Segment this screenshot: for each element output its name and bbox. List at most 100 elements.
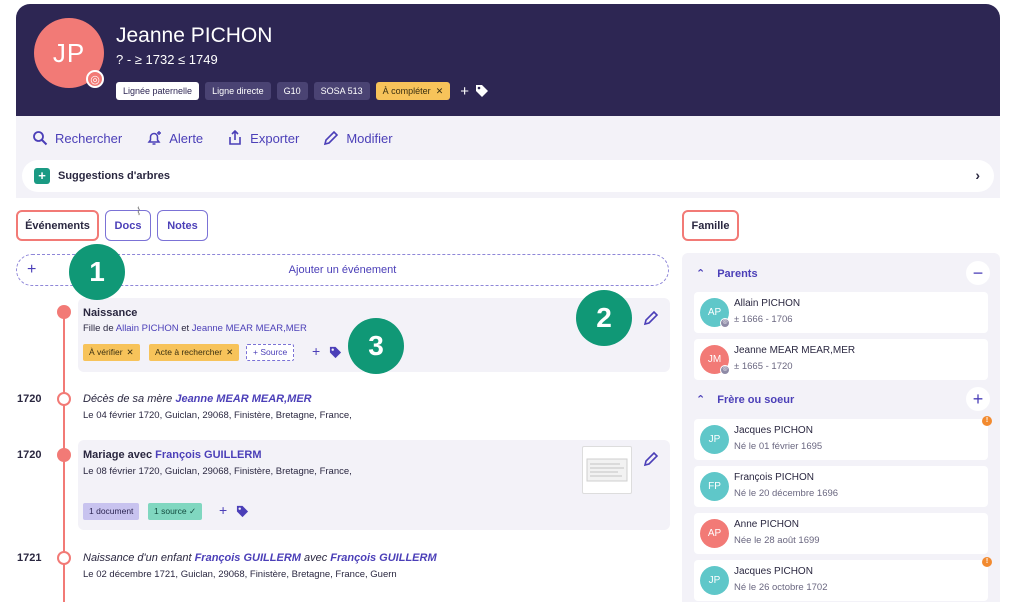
edit-label: Modifier (346, 130, 393, 146)
person-dates: ? - ≥ 1732 ≤ 1749 (116, 52, 218, 67)
tag-icon[interactable] (236, 505, 249, 518)
tag-generation[interactable]: G10 (276, 82, 308, 100)
toolbar: Rechercher Alerte Exporter Modifier + Su… (16, 116, 1000, 198)
person-name: Jeanne PICHON (116, 24, 273, 47)
sibling-card[interactable]: JP Jacques PICHON Né le 01 février 1695 … (694, 416, 992, 460)
event-title: Naissance d'un enfant François GUILLERM … (83, 552, 437, 564)
search-button[interactable]: Rechercher (32, 130, 122, 146)
tag-lignee-paternelle[interactable]: Lignée paternelle (116, 82, 200, 100)
warning-icon: ! (982, 557, 992, 567)
event-title: Décès de sa mère Jeanne MEAR MEAR,MER (83, 393, 312, 405)
sources-label: 1 source (154, 506, 187, 516)
person-name: François PICHON (734, 472, 815, 483)
export-button[interactable]: Exporter (227, 130, 299, 146)
person-name: Anne PICHON (734, 519, 800, 530)
target-icon: ◎ (720, 365, 730, 375)
siblings-label: Frère ou soeur (717, 393, 795, 406)
timeline-dot (57, 551, 71, 565)
warning-icon: ! (982, 416, 992, 426)
child-link[interactable]: François GUILLERM (195, 552, 301, 564)
tag-a-completer[interactable]: À compléter ✕ (375, 82, 451, 100)
close-icon[interactable]: ✕ (436, 86, 444, 96)
close-icon[interactable]: ✕ (226, 347, 233, 357)
siblings-section-header[interactable]: ⌃ Frère ou soeur (696, 393, 795, 407)
person-header: JP ◎ Jeanne PICHON ? - ≥ 1732 ≤ 1749 Lig… (16, 4, 1000, 116)
close-icon[interactable]: ✕ (127, 347, 134, 357)
search-icon (33, 131, 48, 146)
add-source-button[interactable]: + Source (246, 344, 295, 361)
tag-label: Acte à rechercher (155, 347, 223, 357)
event-year: 1721 (17, 552, 42, 564)
action-bar: Rechercher Alerte Exporter Modifier (32, 130, 393, 146)
target-icon: ◎ (720, 318, 730, 328)
person-dates: Née le 28 août 1699 (734, 535, 820, 546)
collapse-parents-button[interactable]: − (966, 261, 990, 285)
sibling-card[interactable]: AP Anne PICHON Née le 28 août 1699 (694, 513, 988, 554)
event-title: Naissance (83, 307, 138, 319)
tag-ligne-directe[interactable]: Ligne directe (205, 82, 271, 100)
parents-section-header[interactable]: ⌃ Parents (696, 267, 758, 281)
spouse-link[interactable]: François GUILLERM (155, 449, 261, 461)
callout-badge-1: 1 (69, 244, 125, 300)
avatar: JP (700, 425, 729, 454)
timeline-dot (57, 448, 71, 462)
chevron-right-icon: › (975, 167, 980, 183)
mother-link[interactable]: Jeanne MEAR MEAR,MER (192, 323, 307, 334)
sources-badge[interactable]: 1 source ✓ (148, 503, 203, 520)
person-dates: Né le 01 février 1695 (734, 441, 823, 452)
sibling-card[interactable]: JP Jacques PICHON Né le 26 octobre 1702 … (694, 557, 992, 601)
event-details: Le 02 décembre 1721, Guiclan, 29068, Fin… (83, 569, 397, 580)
add-sibling-button[interactable]: + (966, 387, 990, 411)
documents-badge[interactable]: 1 document (83, 503, 140, 520)
add-tag-button[interactable]: + (312, 343, 320, 359)
tag-sosa[interactable]: SOSA 513 (313, 82, 370, 100)
event-details: Le 04 février 1720, Guiclan, 29068, Fini… (83, 410, 352, 421)
chevron-up-icon: ⌃ (696, 394, 706, 406)
mother-link[interactable]: Jeanne MEAR MEAR,MER (175, 393, 311, 405)
callout-badge-3: 3 (348, 318, 404, 374)
check-icon: ✓ (188, 506, 197, 516)
avatar: FP (700, 472, 729, 501)
tag-acte-a-rechercher[interactable]: Acte à rechercher ✕ (149, 344, 240, 361)
tab-notes[interactable]: Notes (157, 210, 208, 241)
event-parents-joiner: et (178, 323, 192, 334)
tag-a-verifier[interactable]: À vérifier ✕ (83, 344, 140, 361)
add-tag-button[interactable]: + (219, 502, 227, 518)
event-year: 1720 (17, 449, 42, 461)
event-title-prefix: Naissance d'un enfant (83, 552, 195, 564)
person-name: Jacques PICHON (734, 425, 813, 436)
edit-button[interactable]: Modifier (323, 130, 393, 146)
parent-card[interactable]: AP ◎ Allain PICHON ± 1666 - 1706 (694, 292, 988, 333)
sibling-card[interactable]: FP François PICHON Né le 20 décembre 169… (694, 466, 988, 507)
event-details: Le 08 février 1720, Guiclan, 29068, Fini… (83, 466, 352, 477)
person-name: Jacques PICHON (734, 566, 813, 577)
export-label: Exporter (250, 130, 300, 146)
document-thumbnail[interactable] (582, 446, 632, 494)
avatar: AP (700, 519, 729, 548)
share-icon (229, 130, 241, 145)
add-tag-button[interactable]: + (460, 83, 469, 100)
tree-suggestions-bar[interactable]: + Suggestions d'arbres › (22, 160, 994, 192)
father-link[interactable]: Allain PICHON (116, 323, 179, 334)
event-parents: Fille de Allain PICHON et Jeanne MEAR ME… (83, 323, 307, 334)
person-name: Jeanne MEAR MEAR,MER (734, 345, 856, 356)
tag-icon[interactable] (329, 346, 342, 359)
tag-label: À vérifier (89, 347, 123, 357)
tab-events[interactable]: Événements (16, 210, 99, 241)
timeline-dot (57, 392, 71, 406)
plus-icon: + (27, 261, 37, 278)
parent-card[interactable]: JM ◎ Jeanne MEAR MEAR,MER ± 1665 - 1720 (694, 339, 988, 380)
tag-icon[interactable] (475, 84, 489, 98)
tree-plus-icon: + (34, 168, 50, 184)
chevron-up-icon: ⌃ (696, 268, 706, 280)
tab-family[interactable]: Famille (682, 210, 739, 241)
avatar: JP (700, 566, 729, 595)
parents-label: Parents (717, 267, 758, 280)
pencil-icon[interactable] (643, 451, 659, 467)
spouse-link[interactable]: François GUILLERM (330, 552, 436, 564)
target-icon[interactable]: ◎ (86, 70, 104, 88)
tab-docs[interactable]: Docs (105, 210, 151, 241)
person-dates: Né le 26 octobre 1702 (734, 582, 828, 593)
alert-button[interactable]: Alerte (146, 130, 203, 146)
pencil-icon[interactable] (643, 310, 659, 326)
